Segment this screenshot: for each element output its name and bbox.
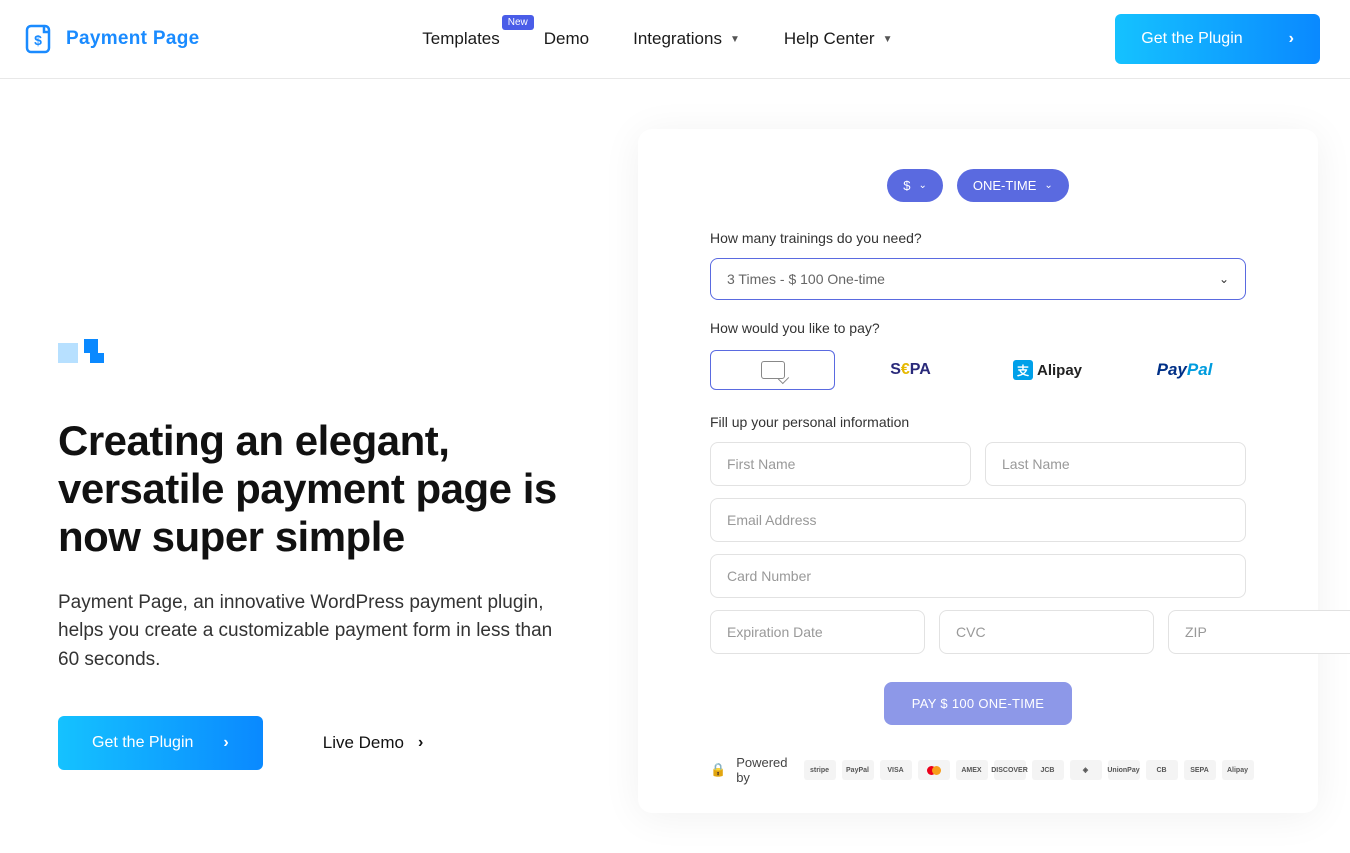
brand-strip: stripe PayPal VISA AMEX DISCOVER JCB ◈ U… [804, 760, 1254, 780]
payment-methods: S€PA 支 Alipay PayPal [710, 350, 1246, 390]
cta-label: Get the Plugin [1141, 30, 1242, 48]
brand-discover: DISCOVER [994, 760, 1026, 780]
cvc-field[interactable] [939, 610, 1154, 654]
frequency-label: ONE-TIME [973, 178, 1037, 193]
payment-method-label: How would you like to pay? [710, 320, 1246, 336]
chevron-right-icon: › [1289, 30, 1294, 48]
nav-demo-label: Demo [544, 29, 589, 49]
brand-unionpay: UnionPay [1108, 760, 1140, 780]
frequency-selector[interactable]: ONE-TIME ⌄ [957, 169, 1069, 202]
brand-cb: CB [1146, 760, 1178, 780]
last-name-field[interactable] [985, 442, 1246, 486]
nav-templates-label: Templates [422, 29, 499, 49]
chevron-down-icon: ⌄ [1044, 180, 1052, 191]
chevron-down-icon: ⌄ [918, 180, 926, 191]
card-number-field[interactable] [710, 554, 1246, 598]
payment-form-card: $ ⌄ ONE-TIME ⌄ How many trainings do you… [638, 129, 1318, 813]
currency-selector[interactable]: $ ⌄ [887, 169, 943, 202]
brand-visa: VISA [880, 760, 912, 780]
paypal-logo: PayPal [1157, 360, 1213, 380]
nav-integrations[interactable]: Integrations ▼ [633, 29, 740, 49]
powered-by: 🔒 Powered by stripe PayPal VISA AMEX DIS… [710, 755, 1246, 785]
brand-stripe: stripe [804, 760, 836, 780]
nav-help-label: Help Center [784, 29, 875, 49]
fields [710, 442, 1246, 654]
expiration-field[interactable] [710, 610, 925, 654]
hero-section: Creating an elegant, versatile payment p… [0, 79, 1350, 853]
chevron-right-icon: › [223, 734, 228, 752]
logo[interactable]: $ Payment Page [22, 23, 200, 55]
brand-jcb: JCB [1032, 760, 1064, 780]
payment-method-sepa[interactable]: S€PA [849, 350, 972, 390]
nav-integrations-label: Integrations [633, 29, 722, 49]
pill-row: $ ⌄ ONE-TIME ⌄ [710, 169, 1246, 202]
powered-label: Powered by [736, 755, 787, 785]
nav-demo[interactable]: Demo [544, 29, 589, 49]
personal-info-label: Fill up your personal information [710, 414, 1246, 430]
hero-headline: Creating an elegant, versatile payment p… [58, 417, 598, 561]
main-nav: Templates New Demo Integrations ▼ Help C… [422, 29, 892, 49]
brand-sepa: SEPA [1184, 760, 1216, 780]
logo-text: Payment Page [66, 28, 200, 50]
hero-actions: Get the Plugin › Live Demo › [58, 716, 598, 770]
pay-button[interactable]: PAY $ 100 ONE-TIME [884, 682, 1073, 725]
chevron-down-icon: ▼ [883, 34, 893, 45]
hero-subtext: Payment Page, an innovative WordPress pa… [58, 589, 578, 675]
brand-paypal: PayPal [842, 760, 874, 780]
logo-icon: $ [22, 23, 54, 55]
hero-get-plugin-button[interactable]: Get the Plugin › [58, 716, 263, 770]
sepa-logo: S€PA [890, 361, 931, 379]
payment-method-alipay[interactable]: 支 Alipay [986, 350, 1109, 390]
hero-cta-label: Get the Plugin [92, 734, 193, 752]
brand-diners: ◈ [1070, 760, 1102, 780]
zip-field[interactable] [1168, 610, 1350, 654]
payment-method-paypal[interactable]: PayPal [1123, 350, 1246, 390]
get-plugin-button[interactable]: Get the Plugin › [1115, 14, 1320, 64]
new-badge: New [502, 15, 534, 30]
svg-text:$: $ [34, 32, 42, 48]
brand-amex: AMEX [956, 760, 988, 780]
alipay-logo: 支 Alipay [1013, 360, 1082, 380]
currency-label: $ [903, 178, 910, 193]
hero-right: $ ⌄ ONE-TIME ⌄ How many trainings do you… [638, 129, 1318, 813]
decorative-squares [58, 339, 598, 363]
brand-mastercard [918, 760, 950, 780]
live-demo-label: Live Demo [323, 733, 404, 753]
nav-help-center[interactable]: Help Center ▼ [784, 29, 893, 49]
chevron-right-icon: › [418, 734, 423, 752]
header: $ Payment Page Templates New Demo Integr… [0, 0, 1350, 79]
brand-alipay: Alipay [1222, 760, 1254, 780]
live-demo-link[interactable]: Live Demo › [323, 733, 424, 753]
payment-method-card[interactable] [710, 350, 835, 390]
first-name-field[interactable] [710, 442, 971, 486]
trainings-label: How many trainings do you need? [710, 230, 1246, 246]
trainings-value: 3 Times - $ 100 One-time [727, 271, 885, 287]
hero-left: Creating an elegant, versatile payment p… [58, 129, 598, 813]
chevron-down-icon: ▼ [730, 34, 740, 45]
nav-templates[interactable]: Templates New [422, 29, 499, 49]
trainings-select[interactable]: 3 Times - $ 100 One-time ⌄ [710, 258, 1246, 300]
lock-icon: 🔒 [710, 762, 726, 778]
email-field[interactable] [710, 498, 1246, 542]
chevron-down-icon: ⌄ [1219, 272, 1229, 286]
card-icon [761, 361, 785, 379]
